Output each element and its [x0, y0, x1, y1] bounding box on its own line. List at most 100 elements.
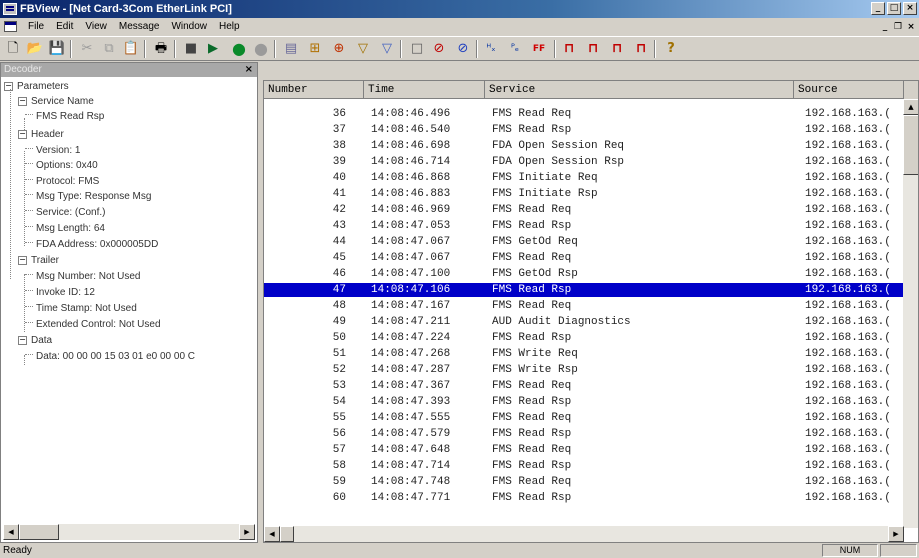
graph3-icon[interactable]: ⊓ [608, 40, 626, 58]
collapse-icon[interactable]: − [18, 97, 27, 106]
copy-icon[interactable]: ⧉ [100, 40, 118, 58]
scroll-thumb[interactable] [280, 526, 294, 542]
blank-icon[interactable]: □ [408, 40, 426, 58]
table-row[interactable]: 46 14:08:47.100 FMS GetOd Rsp 192.168.163.( [264, 267, 904, 281]
scroll-up-icon[interactable]: ▲ [903, 99, 918, 115]
tree-leaf[interactable]: Extended Control: Not Used [25, 318, 161, 332]
table-row[interactable]: 59 14:08:47.748 FMS Read Req 192.168.163.( [264, 475, 904, 489]
list-icon[interactable]: ▤ [282, 40, 300, 58]
table-row[interactable]: 42 14:08:46.969 FMS Read Req 192.168.163.( [264, 203, 904, 217]
minimize-button[interactable]: _ [871, 2, 885, 15]
column-header-source[interactable]: Source [794, 81, 904, 99]
app-icon[interactable] [3, 3, 17, 15]
funnel-icon[interactable]: ▽ [354, 40, 372, 58]
no-entry-icon[interactable]: ⊘ [430, 40, 448, 58]
table-row[interactable]: 57 14:08:47.648 FMS Read Req 192.168.163.( [264, 443, 904, 457]
menu-view[interactable]: View [79, 18, 113, 36]
new-icon[interactable]: 🗋 [4, 40, 22, 58]
table-row[interactable]: 52 14:08:47.287 FMS Write Rsp 192.168.163.( [264, 363, 904, 377]
filter-add-icon[interactable]: ⊕ [330, 40, 348, 58]
pause-icon[interactable]: ● [252, 40, 270, 58]
collapse-icon[interactable]: − [18, 336, 27, 345]
menu-message[interactable]: Message [113, 18, 166, 36]
graph2-icon[interactable]: ⊓ [584, 40, 602, 58]
tree-leaf[interactable]: Version: 1 [25, 144, 80, 158]
table-row[interactable]: 36 14:08:46.496 FMS Read Req 192.168.163.( [264, 107, 904, 121]
column-header-number[interactable]: Number [264, 81, 364, 99]
paste-icon[interactable]: 📋 [122, 40, 140, 58]
tree-leaf[interactable]: Service: (Conf.) [25, 206, 105, 220]
table-row[interactable]: 43 14:08:47.053 FMS Read Rsp 192.168.163.( [264, 219, 904, 233]
table-row[interactable]: 47 14:08:47.106 FMS Read Rsp 192.168.163.( [264, 283, 904, 297]
open-icon[interactable]: 📂 [26, 40, 44, 58]
tree-leaf[interactable]: FMS Read Rsp [25, 110, 104, 124]
tree-leaf[interactable]: Msg Length: 64 [25, 222, 105, 236]
table-row[interactable]: 54 14:08:47.393 FMS Read Rsp 192.168.163.( [264, 395, 904, 409]
scroll-thumb[interactable] [19, 524, 59, 540]
tree-leaf[interactable]: FDA Address: 0x000005DD [25, 238, 158, 252]
scroll-thumb[interactable] [903, 115, 918, 175]
tree-leaf[interactable]: Msg Number: Not Used [25, 270, 140, 284]
mdi-minimize-button[interactable]: _ [879, 21, 891, 33]
scroll-left-icon[interactable]: ◀ [264, 526, 280, 542]
tree-node-data[interactable]: − Data [18, 334, 52, 348]
stop-icon[interactable]: ■ [182, 40, 200, 58]
table-row[interactable]: 58 14:08:47.714 FMS Read Rsp 192.168.163.( [264, 459, 904, 473]
table-row[interactable]: 45 14:08:47.067 FMS Read Req 192.168.163.( [264, 251, 904, 265]
table-row[interactable]: 51 14:08:47.268 FMS Write Req 192.168.163.( [264, 347, 904, 361]
menu-edit[interactable]: Edit [50, 18, 79, 36]
tree-leaf[interactable]: Msg Type: Response Msg [25, 190, 151, 204]
scroll-left-icon[interactable]: ◀ [3, 524, 19, 540]
table-row[interactable]: 53 14:08:47.367 FMS Read Req 192.168.163.( [264, 379, 904, 393]
table-row[interactable]: 60 14:08:47.771 FMS Read Rsp 192.168.163.( [264, 491, 904, 505]
capture-icon[interactable]: ▶ [204, 40, 222, 58]
table-row[interactable]: 38 14:08:46.698 FDA Open Session Req 192.16… [264, 139, 904, 153]
table-row[interactable]: 41 14:08:46.883 FMS Initiate Rsp 192.168.16… [264, 187, 904, 201]
decoder-close-icon[interactable]: × [245, 63, 253, 77]
column-header-time[interactable]: Time [364, 81, 485, 99]
tree-node-parameters[interactable]: − Parameters [4, 80, 69, 94]
document-icon[interactable] [4, 21, 17, 32]
table-row[interactable]: 56 14:08:47.579 FMS Read Rsp 192.168.163.( [264, 427, 904, 441]
graph1-icon[interactable]: ⊓ [560, 40, 578, 58]
menu-window[interactable]: Window [165, 18, 213, 36]
cut-icon[interactable]: ✂ [78, 40, 96, 58]
column-header-service[interactable]: Service [485, 81, 794, 99]
print-icon[interactable]: 🖶 [152, 40, 170, 58]
collapse-icon[interactable]: − [18, 256, 27, 265]
scroll-right-icon[interactable]: ▶ [888, 526, 904, 542]
menu-help[interactable]: Help [213, 18, 246, 36]
table-row[interactable]: 50 14:08:47.224 FMS Read Rsp 192.168.163.( [264, 331, 904, 345]
collapse-icon[interactable]: − [18, 130, 27, 139]
close-button[interactable]: × [903, 2, 917, 15]
help-icon[interactable]: ? [662, 40, 680, 58]
funnel-clear-icon[interactable]: ▽ [378, 40, 396, 58]
graph4-icon[interactable]: ⊓ [632, 40, 650, 58]
hex-icon[interactable]: ᴴₓ [482, 40, 500, 58]
tree-node-header[interactable]: − Header [18, 128, 64, 142]
decoder-hscrollbar[interactable]: ◀ ▶ [3, 524, 255, 540]
filter-icon[interactable]: ⊞ [306, 40, 324, 58]
tree-leaf[interactable]: Options: 0x40 [25, 159, 98, 173]
tree-leaf[interactable]: Invoke ID: 12 [25, 286, 95, 300]
table-row[interactable]: 40 14:08:46.868 FMS Initiate Req 192.168.16… [264, 171, 904, 185]
scroll-right-icon[interactable]: ▶ [239, 524, 255, 540]
collapse-icon[interactable]: − [4, 82, 13, 91]
tree-leaf[interactable]: Data: 00 00 00 15 03 01 e0 00 00 C [25, 350, 195, 364]
message-vscrollbar[interactable]: ▲ [903, 99, 918, 528]
decode-icon[interactable]: ᴾₑ [506, 40, 524, 58]
tree-node-trailer[interactable]: − Trailer [18, 254, 59, 268]
menu-file[interactable]: File [22, 18, 50, 36]
tree-leaf[interactable]: Protocol: FMS [25, 175, 99, 189]
message-hscrollbar[interactable]: ◀ ▶ [264, 526, 904, 542]
table-row[interactable]: 44 14:08:47.067 FMS GetOd Req 192.168.163.( [264, 235, 904, 249]
table-row[interactable]: 49 14:08:47.211 AUD Audit Diagnostics 192.1… [264, 315, 904, 329]
save-icon[interactable]: 💾 [48, 40, 66, 58]
tree-node-service-name[interactable]: − Service Name [18, 95, 94, 109]
tree-leaf[interactable]: Time Stamp: Not Used [25, 302, 137, 316]
blocked-icon[interactable]: ⊘ [454, 40, 472, 58]
mdi-restore-button[interactable]: ❐ [892, 21, 904, 33]
table-row[interactable]: 55 14:08:47.555 FMS Read Req 192.168.163.( [264, 411, 904, 425]
ff-icon[interactable]: FF [530, 40, 548, 58]
table-row[interactable]: 37 14:08:46.540 FMS Read Rsp 192.168.163.( [264, 123, 904, 137]
